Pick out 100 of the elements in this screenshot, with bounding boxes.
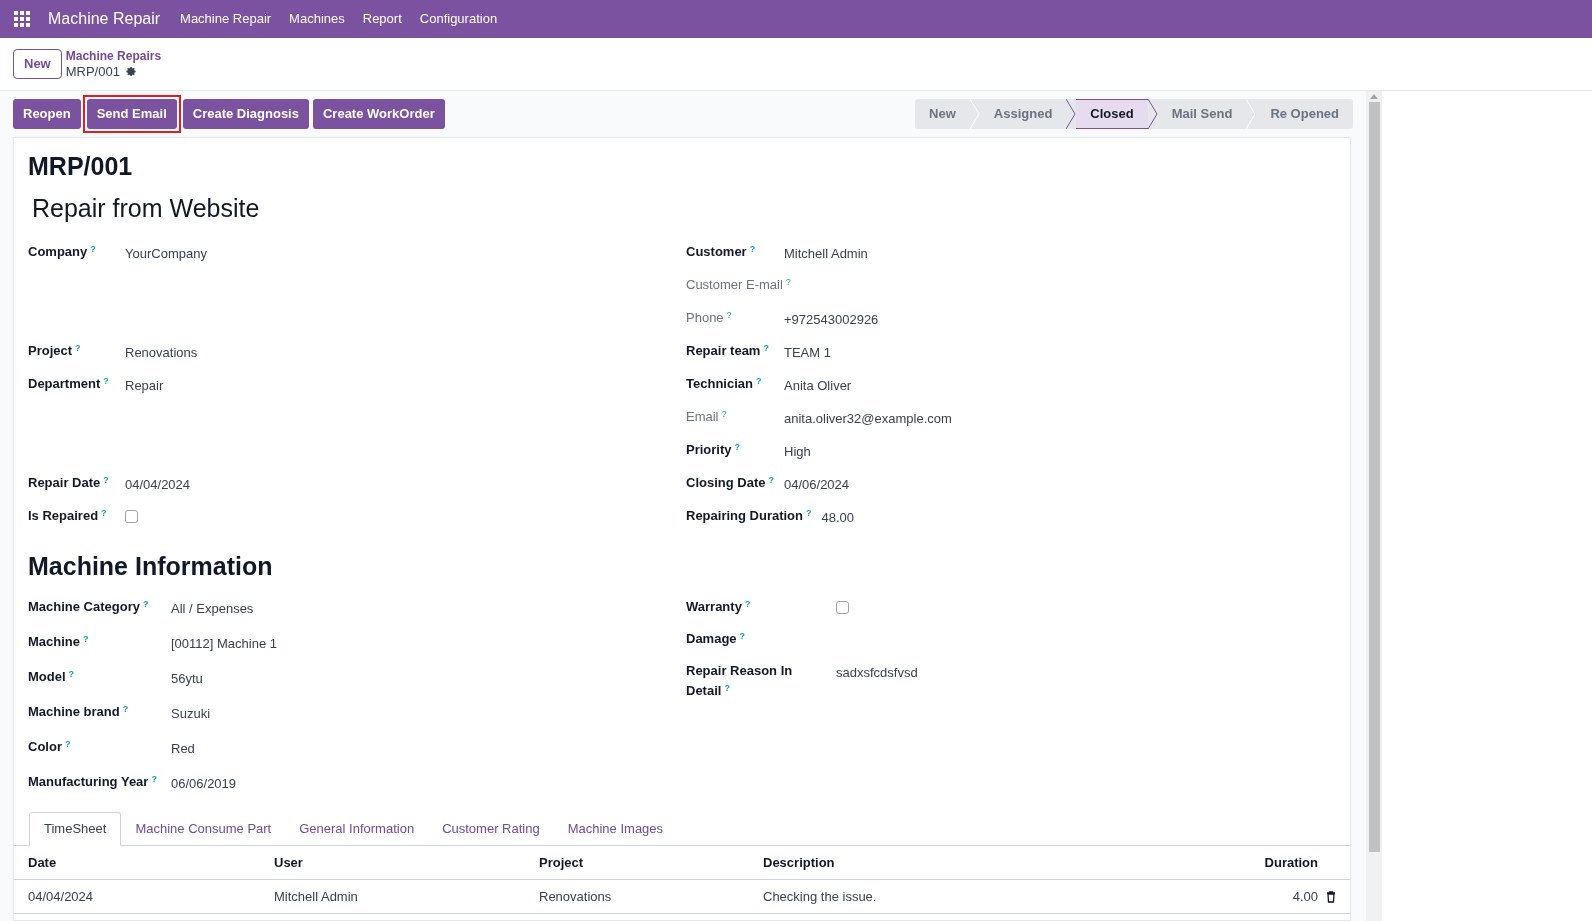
action-button[interactable]: Send Email: [86, 99, 177, 129]
field-label: Email $^{?}$: [686, 407, 727, 426]
new-button[interactable]: New: [13, 49, 62, 79]
field-label: Machine $^{?}$: [28, 632, 89, 651]
help-icon[interactable]: ?: [143, 598, 149, 609]
field-value: 04/06/2024: [784, 476, 850, 494]
scroll-up-icon[interactable]: [1370, 93, 1378, 99]
column-header[interactable]: User: [274, 852, 539, 873]
table-cell-text: 04/04/2024: [28, 887, 95, 906]
help-icon[interactable]: ?: [68, 668, 75, 679]
stage-button[interactable]: Mail Send: [1157, 99, 1247, 129]
field-label: Color $^{?}$: [28, 737, 71, 756]
help-icon[interactable]: ?: [151, 773, 157, 784]
chevron-separator: [1147, 99, 1158, 129]
help-icon[interactable]: ?: [734, 441, 740, 452]
help-icon[interactable]: ?: [122, 703, 129, 714]
field-label: Repair team $^{?}$: [686, 341, 769, 360]
menu-item[interactable]: Machine Repair: [180, 9, 272, 29]
column-header[interactable]: Description: [763, 852, 1216, 873]
menu-item[interactable]: Machines: [289, 9, 345, 29]
field-value: sadxsfcdsfvsd: [836, 664, 918, 682]
apps-grid-icon[interactable]: [14, 11, 30, 27]
checkbox[interactable]: [836, 601, 849, 614]
field-value: Anita Oliver: [784, 377, 852, 395]
help-icon[interactable]: ?: [64, 738, 71, 749]
field-label: Customer E-mail $^{?}$: [686, 275, 791, 294]
menu-item[interactable]: Configuration: [419, 9, 498, 29]
field-value: Repair: [125, 377, 164, 395]
field-label: Phone $^{?}$: [686, 308, 732, 327]
field-label: Company $^{?}$: [28, 242, 96, 261]
field-value: 48.00: [821, 509, 855, 527]
help-icon[interactable]: ?: [101, 507, 107, 518]
column-header[interactable]: Duration: [1216, 852, 1336, 873]
table-cell-text: Renovations: [539, 887, 613, 906]
section-heading: Machine Information: [28, 551, 274, 582]
column-header[interactable]: Project: [539, 852, 763, 873]
table-cell-text: 4.00: [1292, 887, 1318, 906]
help-icon[interactable]: ?: [755, 375, 762, 386]
field-value: YourCompany: [125, 245, 207, 263]
stage-button[interactable]: Re Opened: [1256, 99, 1353, 129]
field-value: +972543002926: [784, 311, 879, 329]
help-icon[interactable]: ?: [726, 309, 732, 320]
field-label: Is Repaired $^{?}$: [28, 506, 107, 525]
chevron-separator: [1246, 99, 1257, 129]
help-icon[interactable]: ?: [103, 474, 109, 485]
trash-icon[interactable]: [1326, 890, 1336, 903]
menu-item[interactable]: Report: [362, 9, 402, 29]
app-title[interactable]: Machine Repair: [48, 7, 161, 31]
help-icon[interactable]: ?: [724, 682, 730, 693]
tab[interactable]: General Information: [285, 812, 429, 846]
field-value: Renovations: [125, 344, 198, 362]
help-icon[interactable]: ?: [103, 375, 109, 386]
field-label: Repair Reason In Detail $^{?}$: [686, 662, 794, 700]
field-value: 06/06/2019: [171, 775, 237, 793]
help-icon[interactable]: ?: [721, 408, 727, 419]
field-label: Department $^{?}$: [28, 374, 109, 393]
stage-button[interactable]: Assigned: [979, 99, 1067, 129]
help-icon[interactable]: ?: [768, 474, 774, 485]
field-label: Machine Category $^{?}$: [28, 597, 149, 616]
field-label: Damage $^{?}$: [686, 629, 746, 648]
stage-button[interactable]: New: [915, 99, 970, 129]
help-icon[interactable]: ?: [75, 342, 81, 353]
field-value: anita.oliver32@example.com: [784, 410, 952, 428]
help-icon[interactable]: ?: [763, 342, 769, 353]
help-icon[interactable]: ?: [749, 243, 756, 254]
gear-icon[interactable]: [125, 66, 137, 77]
scrollbar[interactable]: [1366, 91, 1382, 921]
breadcrumb-link[interactable]: Machine Repairs: [65, 49, 162, 64]
action-button[interactable]: Create WorkOrder: [312, 99, 445, 129]
action-button[interactable]: Create Diagnosis: [182, 99, 309, 129]
field-label: Priority $^{?}$: [686, 440, 740, 459]
field-label: Repairing Duration $^{?}$: [686, 506, 812, 525]
field-value: Suzuki: [171, 705, 211, 723]
tab[interactable]: TimeSheet: [29, 812, 122, 846]
tab[interactable]: Customer Rating: [428, 812, 554, 846]
field-label: Manufacturing Year $^{?}$: [28, 772, 157, 791]
help-icon[interactable]: ?: [83, 633, 89, 644]
field-value: TEAM 1: [784, 344, 831, 362]
action-button[interactable]: Reopen: [13, 99, 81, 129]
record-reference: MRP/001: [28, 151, 134, 182]
tab[interactable]: Machine Consume Part: [121, 812, 286, 846]
field-label: Warranty $^{?}$: [686, 597, 751, 616]
checkbox[interactable]: [125, 510, 138, 523]
field-value: 56ytu: [171, 670, 203, 688]
field-label: Project $^{?}$: [28, 341, 81, 360]
record-name: MRP/001: [65, 64, 120, 79]
field-label: Customer $^{?}$: [686, 242, 756, 261]
chevron-separator: [1066, 99, 1077, 129]
chevron-separator: [969, 99, 980, 129]
help-icon[interactable]: ?: [806, 507, 812, 518]
column-header[interactable]: Date: [28, 852, 274, 873]
help-icon[interactable]: ?: [785, 276, 791, 287]
help-icon[interactable]: ?: [739, 630, 746, 641]
field-value: High: [784, 443, 811, 461]
record-title: Repair from Website: [32, 193, 261, 224]
stage-button[interactable]: Closed: [1076, 99, 1148, 129]
table-cell-text: Checking the issue.: [763, 887, 878, 906]
help-icon[interactable]: ?: [90, 243, 96, 254]
help-icon[interactable]: ?: [744, 598, 751, 609]
tab[interactable]: Machine Images: [553, 812, 678, 846]
